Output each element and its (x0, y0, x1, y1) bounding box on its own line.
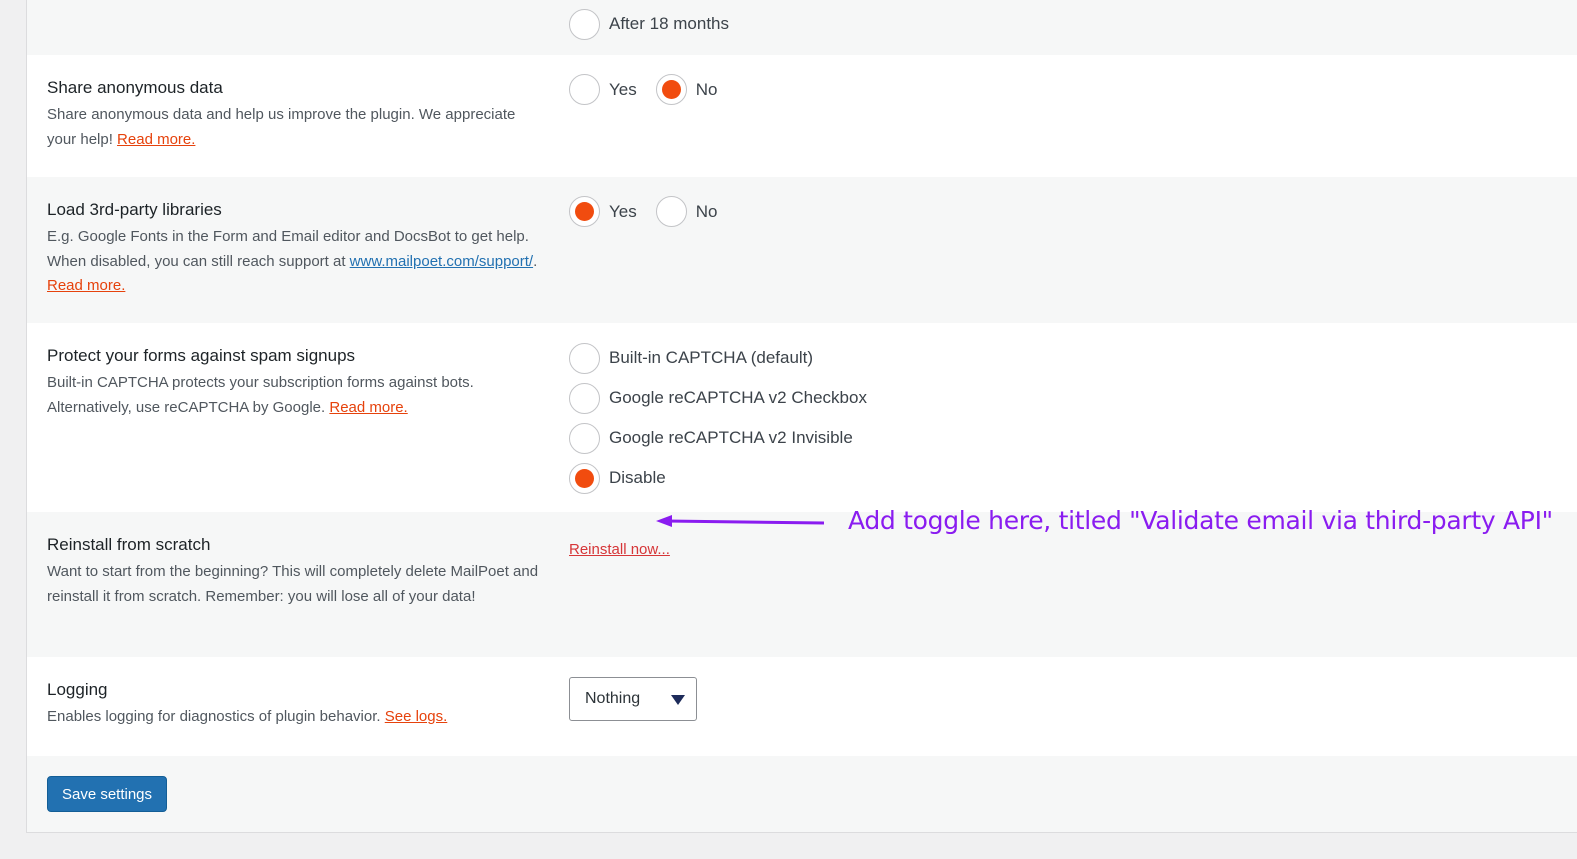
setting-title: Load 3rd-party libraries (47, 200, 222, 219)
description-text: Built-in CAPTCHA protects your subscript… (47, 374, 474, 416)
radio-label: After 18 months (609, 14, 730, 33)
radio-label: Yes (609, 201, 637, 221)
radio-builtin-captcha[interactable] (569, 342, 600, 374)
select-value: Nothing (585, 690, 641, 707)
radio-label: No (695, 79, 718, 99)
radio-recaptcha-invisible[interactable] (569, 422, 600, 454)
radio-libraries-yes[interactable] (569, 196, 600, 227)
read-more-link[interactable]: Read more. (117, 131, 195, 148)
radio-share-no[interactable] (655, 74, 687, 105)
annotation-arrow-icon (656, 515, 825, 527)
setting-description: Share anonymous data and help us improve… (47, 103, 547, 152)
setting-description: E.g. Google Fonts in the Form and Email … (47, 228, 538, 294)
radio-selected-dot (575, 468, 594, 488)
setting-title: Share anonymous data (47, 78, 223, 97)
setting-description: Built-in CAPTCHA protects your subscript… (47, 371, 547, 420)
description-text: Enables logging for diagnostics of plugi… (47, 708, 381, 725)
settings-panel: After 18 months Share anonymous data Sha… (26, 0, 1577, 833)
radio-option-recaptcha-checkbox[interactable]: Google reCAPTCHA v2 Checkbox (569, 378, 886, 418)
radio-label: Built-in CAPTCHA (default) (609, 348, 814, 367)
radio-label: No (695, 201, 718, 221)
radio-option-disable[interactable]: Disable (569, 458, 886, 498)
radio-share-yes[interactable] (569, 74, 600, 105)
radio-selected-dot (661, 80, 681, 99)
setting-title: Protect your forms against spam signups (47, 346, 356, 365)
setting-description: Enables logging for diagnostics of plugi… (47, 705, 547, 730)
row-load-3rd-party-libraries: Load 3rd-party libraries E.g. Google Fon… (27, 177, 1577, 323)
row-protect-forms-spam: Protect your forms against spam signups … (27, 323, 1577, 512)
radio-label: Google reCAPTCHA v2 Invisible (609, 428, 853, 447)
radio-label: Disable (609, 468, 666, 487)
radio-disable[interactable] (569, 462, 600, 494)
see-logs-link[interactable]: See logs. (385, 708, 448, 725)
radio-selected-dot (575, 202, 594, 221)
read-more-link[interactable]: Read more. (47, 277, 125, 294)
dropdown-caret-icon (671, 695, 685, 705)
radio-option-after-18-months[interactable]: After 18 months (569, 4, 748, 44)
radio-libraries-no[interactable] (655, 196, 687, 227)
radio-option-builtin-captcha[interactable]: Built-in CAPTCHA (default) (569, 338, 886, 378)
read-more-link[interactable]: Read more. (329, 399, 407, 416)
setting-title: Logging (47, 680, 108, 699)
radio-after-18-months[interactable] (569, 8, 600, 40)
save-settings-button[interactable]: Save settings (47, 776, 167, 812)
reinstall-now-link[interactable]: Reinstall now... (569, 541, 670, 558)
radio-option-recaptcha-invisible[interactable]: Google reCAPTCHA v2 Invisible (569, 418, 886, 458)
radio-label: Google reCAPTCHA v2 Checkbox (609, 388, 867, 407)
row-logging: Logging Enables logging for diagnostics … (27, 657, 1577, 756)
logging-level-select[interactable]: Nothing (569, 677, 697, 721)
setting-title: Reinstall from scratch (47, 535, 211, 554)
radio-label: Yes (609, 79, 637, 99)
annotation-text: Add toggle here, titled "Validate email … (848, 506, 1553, 535)
setting-description: Want to start from the beginning? This w… (47, 563, 539, 605)
support-link[interactable]: www.mailpoet.com/support/ (350, 253, 533, 270)
radio-recaptcha-checkbox[interactable] (569, 382, 600, 414)
row-share-anonymous-data: Share anonymous data Share anonymous dat… (27, 55, 1577, 177)
row-retention: After 18 months (27, 0, 1577, 55)
